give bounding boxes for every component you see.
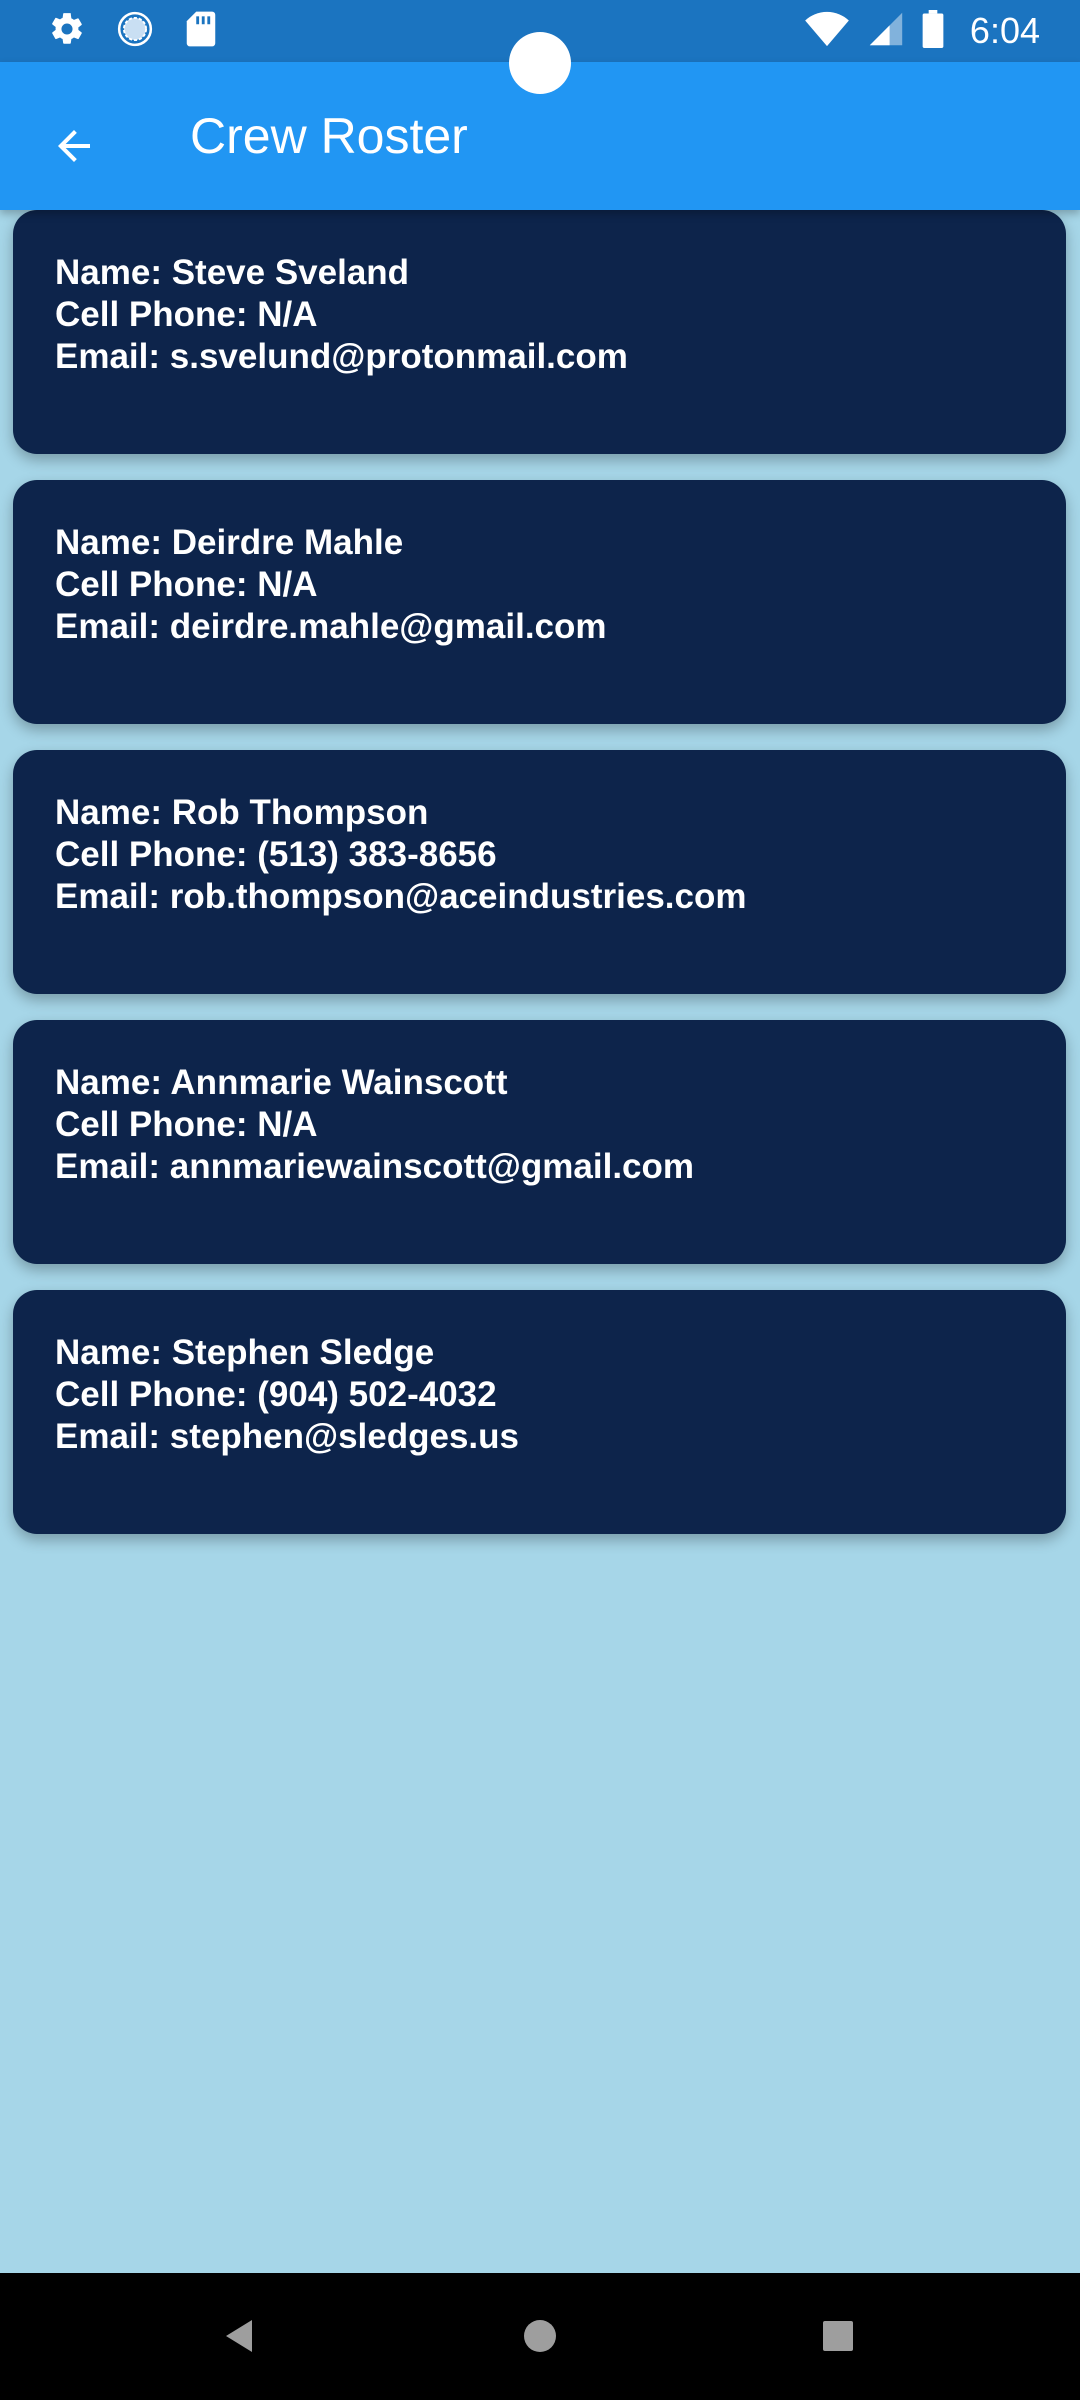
crew-phone: Cell Phone: (904) 502-4032 xyxy=(55,1375,497,1414)
list-item: Name: Stephen Sledge Cell Phone: (904) 5… xyxy=(0,1290,1080,1560)
crew-card-annmarie-wainscott[interactable]: Name: Annmarie Wainscott Cell Phone: N/A… xyxy=(13,1020,1066,1264)
crew-card-text: Name: Deirdre Mahle Cell Phone: N/A Emai… xyxy=(55,522,607,648)
arrow-back-icon xyxy=(50,122,98,175)
list-item: Name: Annmarie Wainscott Cell Phone: N/A… xyxy=(0,1020,1080,1290)
signal-icon xyxy=(868,10,904,53)
crew-card-text: Name: Rob Thompson Cell Phone: (513) 383… xyxy=(55,792,746,918)
list-item: Name: Deirdre Mahle Cell Phone: N/A Emai… xyxy=(0,480,1080,750)
crew-card-text: Name: Stephen Sledge Cell Phone: (904) 5… xyxy=(55,1332,519,1458)
crew-name: Name: Rob Thompson xyxy=(55,793,429,832)
status-left-icons xyxy=(48,10,218,53)
crew-phone: Cell Phone: N/A xyxy=(55,565,318,604)
home-circle-icon xyxy=(520,2316,560,2361)
crew-name: Name: Annmarie Wainscott xyxy=(55,1063,508,1102)
status-time: 6:04 xyxy=(969,10,1040,51)
page-title: Crew Roster xyxy=(190,108,468,164)
crew-name: Name: Deirdre Mahle xyxy=(55,523,404,562)
sd-card-icon xyxy=(184,10,218,53)
crew-phone: Cell Phone: N/A xyxy=(55,1105,318,1144)
screen: 6:04 Crew Roster Name: Steve Sveland Cel… xyxy=(0,0,1080,2400)
crew-email: Email: rob.thompson@aceindustries.com xyxy=(55,877,747,916)
camera-cutout xyxy=(509,32,571,94)
settings-icon xyxy=(48,10,86,53)
crew-email: Email: s.svelund@protonmail.com xyxy=(55,337,628,376)
crew-phone: Cell Phone: N/A xyxy=(55,295,318,334)
crew-phone: Cell Phone: (513) 383-8656 xyxy=(55,835,497,874)
sync-icon xyxy=(116,10,154,53)
crew-card-steve-sveland[interactable]: Name: Steve Sveland Cell Phone: N/A Emai… xyxy=(13,210,1066,454)
crew-card-text: Name: Annmarie Wainscott Cell Phone: N/A… xyxy=(55,1062,694,1188)
nav-home-button[interactable] xyxy=(505,2303,575,2373)
back-button[interactable] xyxy=(30,104,118,192)
crew-card-rob-thompson[interactable]: Name: Rob Thompson Cell Phone: (513) 383… xyxy=(13,750,1066,994)
crew-email: Email: deirdre.mahle@gmail.com xyxy=(55,607,607,646)
recents-square-icon xyxy=(818,2316,858,2361)
list-item: Name: Steve Sveland Cell Phone: N/A Emai… xyxy=(0,210,1080,480)
crew-email: Email: stephen@sledges.us xyxy=(55,1417,519,1456)
crew-name: Name: Steve Sveland xyxy=(55,253,410,292)
crew-list: Name: Steve Sveland Cell Phone: N/A Emai… xyxy=(0,210,1080,1560)
battery-icon xyxy=(922,9,944,53)
list-item: Name: Rob Thompson Cell Phone: (513) 383… xyxy=(0,750,1080,1020)
back-triangle-icon xyxy=(220,2316,260,2361)
status-right-icons: 6:04 xyxy=(804,9,1040,53)
nav-recents-button[interactable] xyxy=(803,2303,873,2373)
crew-name: Name: Stephen Sledge xyxy=(55,1333,435,1372)
system-nav-bar xyxy=(0,2273,1080,2400)
crew-card-deirdre-mahle[interactable]: Name: Deirdre Mahle Cell Phone: N/A Emai… xyxy=(13,480,1066,724)
nav-back-button[interactable] xyxy=(205,2303,275,2373)
crew-card-stephen-sledge[interactable]: Name: Stephen Sledge Cell Phone: (904) 5… xyxy=(13,1290,1066,1534)
crew-card-text: Name: Steve Sveland Cell Phone: N/A Emai… xyxy=(55,252,628,378)
crew-email: Email: annmariewainscott@gmail.com xyxy=(55,1147,695,1186)
wifi-icon xyxy=(804,10,850,53)
